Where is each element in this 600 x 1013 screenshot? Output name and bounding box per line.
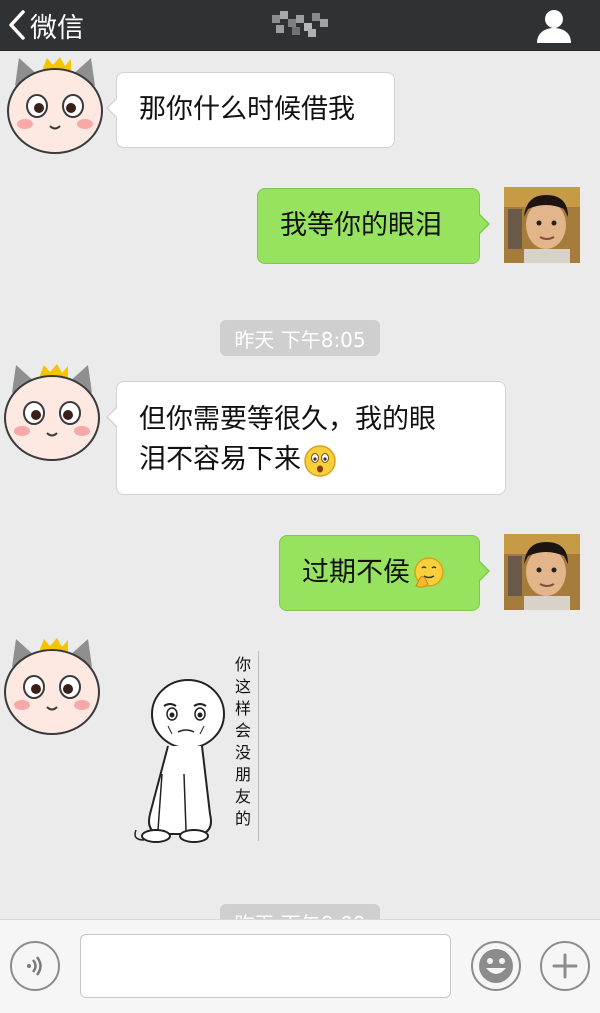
message-bubble-incoming[interactable]: 但你需要等很久，我的眼 泪不容易下来 (106, 381, 506, 495)
smiley-icon (479, 949, 513, 983)
avatar-contact[interactable] (5, 56, 105, 156)
timestamp: 昨天 下午8:09 (220, 904, 380, 919)
message-bubble-outgoing[interactable]: 我等你的眼泪 (257, 188, 490, 264)
back-button[interactable]: 微信 (8, 4, 84, 46)
message-text-line: 泪不容易下来 (139, 444, 301, 475)
input-bar (0, 919, 600, 1013)
sticker-char: 的 (234, 809, 251, 828)
sticker-caption: 你 这 样 会 没 朋 友 的 (232, 654, 254, 830)
message-text: 过期不侯 (302, 557, 410, 588)
surprised-emoji-icon (304, 444, 336, 477)
sticker-char: 友 (234, 787, 251, 806)
emoji-button[interactable] (471, 941, 521, 991)
message-text-line: 但你需要等很久，我的眼 (139, 404, 436, 435)
avatar-self[interactable] (504, 187, 580, 263)
message-input[interactable] (80, 934, 451, 998)
thinking-emoji-icon (414, 557, 444, 588)
sticker-char: 你 (234, 655, 251, 674)
avatar-contact[interactable] (2, 363, 102, 463)
plus-icon (552, 953, 578, 979)
sticker-divider (258, 651, 259, 841)
person-icon (537, 10, 571, 43)
chevron-left-icon (9, 10, 25, 40)
top-bar: 微信 (0, 0, 600, 51)
avatar-contact[interactable] (2, 637, 102, 737)
back-label: 微信 (30, 12, 84, 44)
sticker-char: 没 (234, 743, 251, 762)
more-button[interactable] (540, 941, 590, 991)
chat-area[interactable]: 那你什么时候借我 我等你的眼泪 昨天 下午8:05 但你需要等很久，我的眼 泪不… (0, 51, 600, 919)
message-text: 我等你的眼泪 (280, 210, 442, 241)
sticker-char: 朋 (234, 765, 251, 784)
sticker-char: 样 (234, 699, 251, 718)
avatar-self[interactable] (504, 534, 580, 610)
sticker-char: 会 (234, 721, 251, 740)
chat-title-blurred (272, 11, 328, 37)
voice-button[interactable] (10, 941, 60, 991)
voice-icon (27, 956, 42, 976)
sticker-char: 这 (234, 677, 251, 696)
profile-button[interactable] (534, 8, 574, 44)
message-bubble-incoming[interactable]: 那你什么时候借我 (106, 72, 395, 148)
message-bubble-outgoing[interactable]: 过期不侯 (279, 535, 490, 611)
timestamp: 昨天 下午8:05 (220, 320, 380, 356)
message-text: 那你什么时候借我 (139, 94, 355, 125)
